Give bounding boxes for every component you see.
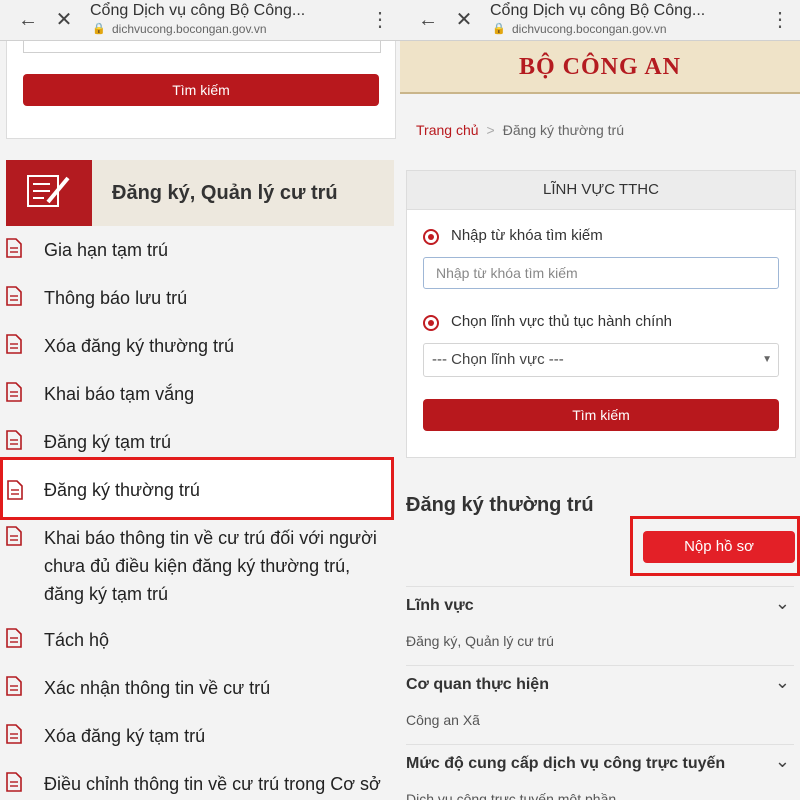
- info-row-value: Dịch vụ công trực tuyến một phần: [406, 791, 617, 800]
- chevron-down-icon[interactable]: ⌄: [775, 593, 790, 614]
- breadcrumb: Trang chủ > Đăng ký thường trú: [416, 122, 624, 138]
- close-icon[interactable]: ✕: [50, 6, 78, 34]
- browser-title: Cổng Dịch vụ công Bộ Công...: [490, 2, 706, 19]
- radio-keyword[interactable]: [423, 229, 439, 245]
- submit-dossier-button[interactable]: Nộp hồ sơ: [643, 531, 795, 563]
- info-row-value: Công an Xã: [406, 712, 480, 728]
- tthc-search-panel: LĨNH VỰC TTHC Nhập từ khóa tìm kiếm Nhập…: [406, 170, 796, 458]
- document-icon: [6, 382, 22, 402]
- info-row-service-level[interactable]: Mức độ cung cấp dịch vụ công trực tuyến …: [406, 744, 794, 800]
- form-edit-icon: [6, 160, 92, 226]
- list-item-label: Đăng ký thường trú: [44, 480, 200, 500]
- search-card: Tìm kiếm: [6, 40, 396, 139]
- keyword-input[interactable]: Nhập từ khóa tìm kiếm: [423, 257, 779, 289]
- ministry-banner: BỘ CÔNG AN: [400, 40, 800, 94]
- list-item-label: Đăng ký tạm trú: [44, 432, 172, 452]
- info-row-agency[interactable]: Cơ quan thực hiện ⌄ Công an Xã: [406, 665, 794, 744]
- browser-url[interactable]: dichvucong.bocongan.gov.vn: [112, 22, 267, 36]
- chevron-down-icon[interactable]: ⌄: [775, 672, 790, 693]
- tthc-header: LĨNH VỰC TTHC: [407, 171, 795, 210]
- more-menu-icon[interactable]: ⋮: [770, 8, 790, 32]
- field-select[interactable]: --- Chọn lĩnh vực --- ▼: [423, 343, 779, 377]
- list-item-label: Khai báo thông tin về cư trú đối với ngư…: [44, 528, 377, 604]
- info-row-label: Mức độ cung cấp dịch vụ công trực tuyến: [406, 755, 726, 772]
- field-select-value: --- Chọn lĩnh vực ---: [432, 351, 564, 368]
- document-icon: [6, 238, 22, 258]
- list-item-label: Xóa đăng ký tạm trú: [44, 726, 206, 746]
- right-screen: ← ✕ Cổng Dịch vụ công Bộ Công... 🔒 dichv…: [400, 0, 800, 800]
- document-icon: [6, 772, 22, 792]
- info-row-value: Đăng ký, Quản lý cư trú: [406, 633, 554, 649]
- document-icon: [6, 724, 22, 744]
- more-menu-icon[interactable]: ⋮: [370, 8, 390, 32]
- lock-icon: 🔒: [492, 23, 506, 35]
- document-icon: [7, 480, 23, 500]
- search-field-partial[interactable]: [23, 40, 381, 53]
- browser-toolbar: ← ✕ Cổng Dịch vụ công Bộ Công... 🔒 dichv…: [400, 0, 800, 41]
- list-item-label: Thông báo lưu trú: [44, 288, 188, 308]
- info-row-label: Lĩnh vực: [406, 597, 474, 614]
- document-icon: [6, 334, 22, 354]
- close-icon[interactable]: ✕: [450, 6, 478, 34]
- info-row-label: Cơ quan thực hiện: [406, 676, 549, 693]
- caret-down-icon: ▼: [762, 354, 772, 365]
- search-button[interactable]: Tìm kiếm: [423, 399, 779, 431]
- banner-text: BỘ CÔNG AN: [518, 54, 681, 80]
- left-screen: ← ✕ Cổng Dịch vụ công Bộ Công... 🔒 dichv…: [0, 0, 400, 800]
- breadcrumb-separator: >: [486, 122, 495, 138]
- lock-icon: 🔒: [92, 23, 106, 35]
- breadcrumb-home-link[interactable]: Trang chủ: [416, 122, 479, 138]
- browser-title: Cổng Dịch vụ công Bộ Công...: [90, 2, 306, 19]
- breadcrumb-current: Đăng ký thường trú: [502, 122, 624, 138]
- list-item-label: Xóa đăng ký thường trú: [44, 336, 234, 356]
- document-icon: [6, 628, 22, 648]
- section-title: Đăng ký thường trú: [406, 494, 594, 516]
- list-item-label: Tách hộ: [44, 630, 110, 650]
- list-item-label: Xác nhận thông tin về cư trú: [44, 678, 271, 698]
- category-header: Đăng ký, Quản lý cư trú: [6, 160, 394, 226]
- back-arrow-icon[interactable]: ←: [414, 6, 442, 34]
- document-icon: [6, 676, 22, 696]
- radio-field[interactable]: [423, 315, 439, 331]
- search-button[interactable]: Tìm kiếm: [23, 74, 379, 106]
- document-icon: [6, 430, 22, 450]
- list-item-label: Khai báo tạm vắng: [44, 384, 195, 404]
- chevron-down-icon[interactable]: ⌄: [775, 751, 790, 772]
- back-arrow-icon[interactable]: ←: [14, 6, 42, 34]
- browser-url[interactable]: dichvucong.bocongan.gov.vn: [512, 22, 667, 36]
- radio-keyword-label: Nhập từ khóa tìm kiếm: [451, 227, 603, 244]
- list-item-label: Điều chỉnh thông tin về cư trú trong Cơ …: [44, 774, 381, 794]
- list-item-label: Gia hạn tạm trú: [44, 240, 169, 260]
- list-item-selected[interactable]: Đăng ký thường trú: [0, 457, 394, 520]
- radio-field-label: Chọn lĩnh vực thủ tục hành chính: [451, 313, 673, 330]
- info-row-field[interactable]: Lĩnh vực ⌄ Đăng ký, Quản lý cư trú: [406, 586, 794, 665]
- document-icon: [6, 526, 22, 546]
- browser-toolbar: ← ✕ Cổng Dịch vụ công Bộ Công... 🔒 dichv…: [0, 0, 400, 41]
- category-title: Đăng ký, Quản lý cư trú: [112, 182, 338, 204]
- document-icon: [6, 286, 22, 306]
